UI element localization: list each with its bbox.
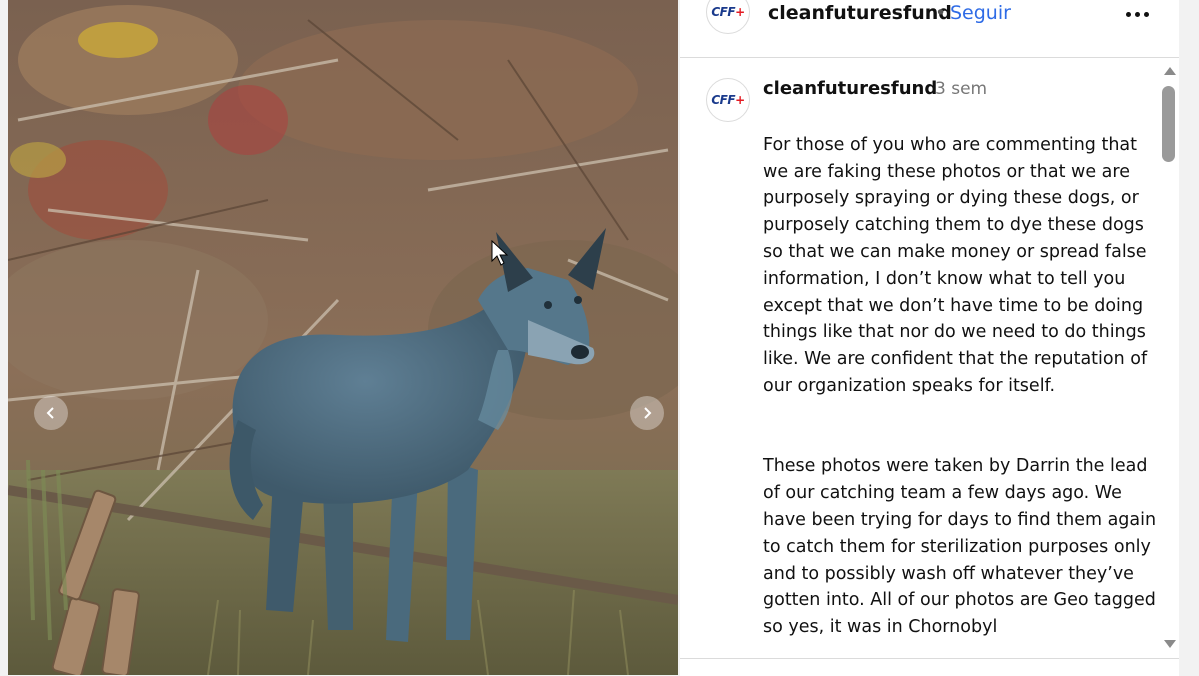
previous-photo-button[interactable] <box>34 396 68 430</box>
more-horizontal-icon <box>1125 11 1131 17</box>
account-username[interactable]: cleanfuturesfund <box>768 2 952 24</box>
post-details-panel: CFF+ cleanfuturesfund • Seguir CFF+ clea… <box>680 0 1179 676</box>
more-options-button[interactable] <box>1122 2 1152 26</box>
chevron-right-icon <box>644 407 652 419</box>
panel-footer <box>680 658 1179 676</box>
caption-username[interactable]: cleanfuturesfund <box>763 78 937 99</box>
caption-paragraph: For those of you who are commenting that… <box>763 134 1148 396</box>
scroll-down-arrow-icon[interactable] <box>1164 640 1176 648</box>
account-avatar[interactable]: CFF+ <box>706 0 750 34</box>
comments-scrollbar[interactable] <box>1160 58 1179 658</box>
follow-button[interactable]: Seguir <box>950 2 1011 24</box>
caption-logo: CFF+ <box>711 93 745 107</box>
scrollbar-thumb[interactable] <box>1162 86 1175 162</box>
caption-text: For those of you who are commenting that… <box>763 105 1158 658</box>
scroll-up-arrow-icon[interactable] <box>1164 67 1176 75</box>
chevron-left-icon <box>46 407 54 419</box>
separator-dot: • <box>935 2 947 24</box>
post-header: CFF+ cleanfuturesfund • Seguir <box>680 0 1179 58</box>
blue-dog-image <box>8 0 678 675</box>
account-logo: CFF+ <box>711 5 745 19</box>
comments-list: CFF+ cleanfuturesfund 3 sem For those of… <box>680 58 1160 658</box>
caption-paragraph: These photos were taken by Darrin the le… <box>763 456 1157 638</box>
post-photo <box>8 0 678 675</box>
mouse-cursor-icon <box>491 240 509 266</box>
caption-avatar[interactable]: CFF+ <box>706 78 750 122</box>
next-photo-button[interactable] <box>630 396 664 430</box>
caption-timestamp[interactable]: 3 sem <box>935 79 987 99</box>
